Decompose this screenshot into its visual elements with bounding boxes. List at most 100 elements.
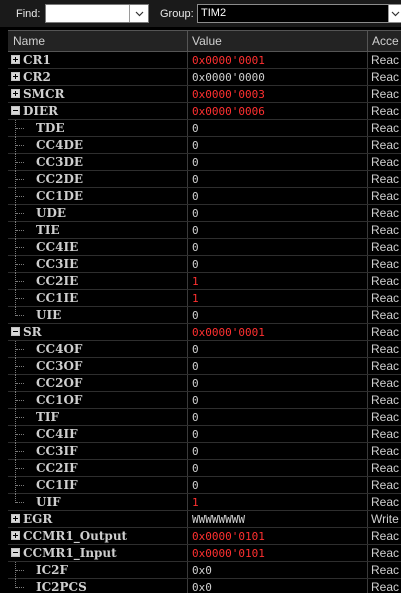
access-mode: Reac	[371, 206, 400, 220]
access-mode: Reac	[371, 325, 400, 339]
register-value[interactable]: 0	[192, 309, 199, 322]
access-mode: Reac	[371, 478, 400, 492]
access-mode: Reac	[371, 121, 400, 135]
register-value[interactable]: WWWWWWWW	[192, 513, 245, 526]
field-row[interactable]: CC4OF 0 Reac	[8, 341, 401, 358]
field-row[interactable]: IC2PCS 0x0 Reac	[8, 579, 401, 593]
register-value[interactable]: 0x0000'0101	[192, 547, 265, 560]
register-value[interactable]: 0x0000'0003	[192, 88, 265, 101]
register-row[interactable]: CCMR1_Input 0x0000'0101 Reac	[8, 545, 401, 562]
field-row[interactable]: CC4DE 0 Reac	[8, 137, 401, 154]
column-header-name[interactable]: Name	[13, 34, 45, 48]
register-name: CR1	[23, 53, 51, 67]
access-mode: Reac	[371, 308, 400, 322]
expand-icon[interactable]	[11, 514, 20, 523]
field-row[interactable]: CC2IF 0 Reac	[8, 460, 401, 477]
register-value[interactable]: 0	[192, 479, 199, 492]
register-value[interactable]: 0x0000'0006	[192, 105, 265, 118]
field-row[interactable]: CC4IF 0 Reac	[8, 426, 401, 443]
collapse-icon[interactable]	[11, 327, 20, 336]
register-row[interactable]: CCMR1_Output 0x0000'0101 Reac	[8, 528, 401, 545]
register-value[interactable]: 1	[192, 275, 199, 288]
register-value[interactable]: 0	[192, 343, 199, 356]
register-value[interactable]: 0	[192, 139, 199, 152]
field-row[interactable]: CC3IF 0 Reac	[8, 443, 401, 460]
register-value[interactable]: 0	[192, 462, 199, 475]
field-row[interactable]: UIE 0 Reac	[8, 307, 401, 324]
field-name: CC4IE	[36, 240, 79, 254]
register-value[interactable]: 0	[192, 207, 199, 220]
access-mode: Reac	[371, 393, 400, 407]
field-name: UIF	[36, 495, 61, 509]
column-header-value[interactable]: Value	[192, 34, 222, 48]
register-value[interactable]: 0x0	[192, 581, 212, 593]
grid-header: Name Value Acce	[8, 30, 401, 52]
register-row[interactable]: CR2 0x0000'0000 Reac	[8, 69, 401, 86]
field-row[interactable]: CC3IE 0 Reac	[8, 256, 401, 273]
register-value[interactable]: 0	[192, 122, 199, 135]
field-row[interactable]: CC3DE 0 Reac	[8, 154, 401, 171]
register-value[interactable]: 0	[192, 411, 199, 424]
tree-branch	[16, 434, 24, 435]
collapse-icon[interactable]	[11, 548, 20, 557]
register-value[interactable]: 0x0000'0101	[192, 530, 265, 543]
field-row[interactable]: CC1OF 0 Reac	[8, 392, 401, 409]
collapse-icon[interactable]	[11, 106, 20, 115]
field-row[interactable]: CC2IE 1 Reac	[8, 273, 401, 290]
column-header-access[interactable]: Acce	[372, 34, 399, 48]
field-row[interactable]: UIF 1 Reac	[8, 494, 401, 511]
field-row[interactable]: CC3OF 0 Reac	[8, 358, 401, 375]
expand-icon[interactable]	[11, 72, 20, 81]
field-row[interactable]: CC1IE 1 Reac	[8, 290, 401, 307]
register-row[interactable]: CR1 0x0000'0001 Reac	[8, 52, 401, 69]
register-value[interactable]: 0	[192, 241, 199, 254]
group-combobox[interactable]: TIM2	[197, 4, 401, 23]
register-row[interactable]: SMCR 0x0000'0003 Reac	[8, 86, 401, 103]
field-row[interactable]: TIF 0 Reac	[8, 409, 401, 426]
register-value[interactable]: 0	[192, 190, 199, 203]
field-row[interactable]: CC1DE 0 Reac	[8, 188, 401, 205]
tree-branch	[16, 417, 24, 418]
register-row[interactable]: EGR WWWWWWWW Write	[8, 511, 401, 528]
find-combobox[interactable]	[45, 4, 149, 23]
field-row[interactable]: TIE 0 Reac	[8, 222, 401, 239]
register-row[interactable]: SR 0x0000'0001 Reac	[8, 324, 401, 341]
register-value[interactable]: 0x0000'0001	[192, 54, 265, 67]
expand-icon[interactable]	[11, 89, 20, 98]
register-value[interactable]: 1	[192, 292, 199, 305]
register-value[interactable]: 0	[192, 173, 199, 186]
register-value[interactable]: 0	[192, 360, 199, 373]
field-name: UIE	[36, 308, 62, 322]
field-row[interactable]: CC1IF 0 Reac	[8, 477, 401, 494]
find-dropdown-button[interactable]	[129, 5, 148, 22]
register-row[interactable]: DIER 0x0000'0006 Reac	[8, 103, 401, 120]
register-value[interactable]: 0	[192, 428, 199, 441]
register-value[interactable]: 0	[192, 224, 199, 237]
register-value[interactable]: 0	[192, 377, 199, 390]
access-mode: Reac	[371, 70, 400, 84]
access-mode: Reac	[371, 563, 400, 577]
field-row[interactable]: UDE 0 Reac	[8, 205, 401, 222]
tree-branch	[16, 383, 24, 384]
access-mode: Reac	[371, 87, 400, 101]
field-row[interactable]: CC2OF 0 Reac	[8, 375, 401, 392]
access-mode: Reac	[371, 444, 400, 458]
register-value[interactable]: 0	[192, 156, 199, 169]
register-value[interactable]: 0	[192, 445, 199, 458]
register-name: EGR	[23, 512, 53, 526]
register-value[interactable]: 0	[192, 258, 199, 271]
register-value[interactable]: 0	[192, 394, 199, 407]
expand-icon[interactable]	[11, 55, 20, 64]
group-dropdown-button[interactable]	[388, 5, 401, 22]
field-row[interactable]: CC2DE 0 Reac	[8, 171, 401, 188]
register-value[interactable]: 1	[192, 496, 199, 509]
register-value[interactable]: 0x0000'0001	[192, 326, 265, 339]
field-row[interactable]: IC2F 0x0 Reac	[8, 562, 401, 579]
field-row[interactable]: TDE 0 Reac	[8, 120, 401, 137]
field-name: IC2PCS	[36, 580, 87, 593]
expand-icon[interactable]	[11, 531, 20, 540]
field-row[interactable]: CC4IE 0 Reac	[8, 239, 401, 256]
register-name: CCMR1_Input	[23, 546, 117, 560]
register-value[interactable]: 0x0	[192, 564, 212, 577]
register-value[interactable]: 0x0000'0000	[192, 71, 265, 84]
